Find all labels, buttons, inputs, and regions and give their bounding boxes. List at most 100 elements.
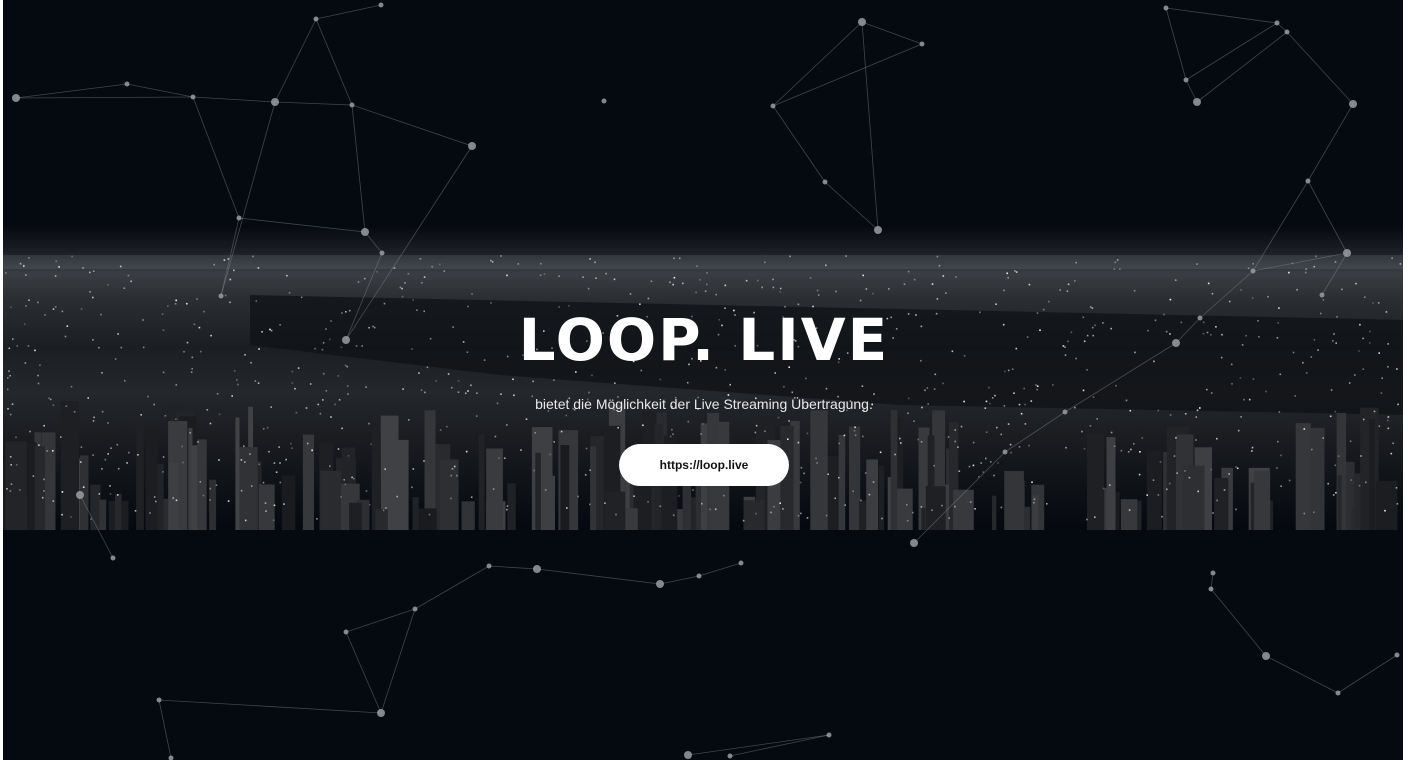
city-light [779, 291, 781, 293]
city-light [772, 286, 775, 289]
network-line [315, 4, 382, 20]
network-node [684, 751, 692, 759]
skyline-building [412, 497, 419, 530]
city-light [357, 281, 360, 283]
network-node [1210, 570, 1216, 576]
city-light [969, 501, 972, 503]
city-light [715, 293, 717, 296]
city-light [948, 517, 950, 519]
city-light [1003, 289, 1005, 292]
city-light [1000, 506, 1003, 509]
city-light [385, 507, 387, 509]
network-line [158, 699, 172, 759]
city-light [227, 500, 230, 502]
website-link-button[interactable]: https://loop.live [619, 444, 789, 486]
network-node [271, 98, 279, 106]
city-light [117, 494, 119, 496]
network-line [414, 565, 490, 610]
city-light [672, 283, 674, 286]
city-light [1341, 288, 1343, 291]
network-node [377, 709, 385, 717]
city-light [757, 279, 759, 282]
city-light [955, 276, 957, 278]
city-light [1033, 501, 1035, 504]
city-light [19, 489, 21, 491]
skyline-building [1120, 499, 1138, 530]
city-light [906, 503, 908, 506]
city-light [543, 273, 546, 275]
network-node [696, 573, 702, 579]
city-light [470, 496, 473, 498]
city-light [672, 514, 675, 517]
city-light [779, 502, 781, 504]
city-light [577, 495, 579, 498]
network-line [345, 608, 416, 633]
network-node [1335, 690, 1341, 696]
network-node [12, 94, 20, 102]
network-line [380, 608, 416, 714]
city-light [1197, 490, 1199, 493]
city-light [595, 277, 597, 279]
city-light [1146, 494, 1148, 496]
network-node [378, 2, 384, 8]
city-light [368, 503, 371, 506]
city-light [706, 283, 708, 286]
city-light [920, 506, 923, 508]
city-light [404, 282, 406, 284]
city-light [506, 505, 509, 507]
city-light [613, 278, 616, 281]
network-line [126, 83, 194, 98]
city-light [1223, 489, 1226, 491]
city-light [834, 497, 836, 500]
network-node [533, 565, 541, 573]
network-node [343, 629, 349, 635]
city-light [450, 497, 452, 500]
network-line [772, 21, 863, 107]
network-node [168, 755, 174, 760]
network-node [770, 103, 776, 109]
network-line [15, 83, 128, 99]
network-line [1286, 31, 1354, 105]
city-light [906, 519, 909, 522]
city-light [1006, 272, 1008, 275]
network-node [656, 580, 664, 588]
city-light [202, 494, 205, 497]
city-light [650, 280, 653, 283]
city-light [629, 293, 632, 295]
city-light [288, 292, 291, 294]
city-light [582, 276, 584, 278]
network-line [687, 734, 830, 756]
city-light [443, 270, 446, 272]
city-light [1161, 515, 1163, 518]
network-line [345, 631, 382, 714]
city-light [401, 295, 404, 298]
city-light [316, 518, 318, 520]
city-light [376, 270, 378, 273]
city-light [155, 500, 157, 503]
city-light [755, 512, 757, 515]
network-line [772, 105, 826, 183]
city-light [862, 274, 864, 277]
network-node [110, 555, 116, 561]
network-line [772, 43, 923, 107]
network-node [919, 41, 925, 47]
network-line [659, 575, 700, 585]
brand-title: LOOP. LIVE [518, 306, 890, 374]
city-light [852, 490, 854, 493]
city-light [1355, 282, 1357, 285]
network-line [729, 734, 830, 757]
city-light [265, 510, 267, 512]
city-light [544, 489, 547, 491]
network-node [727, 753, 733, 759]
network-line [1196, 31, 1288, 103]
city-light [240, 489, 243, 492]
city-light [1007, 277, 1009, 279]
city-light [1313, 511, 1315, 514]
city-light [974, 508, 976, 510]
city-light [9, 490, 12, 492]
city-light [903, 283, 906, 285]
city-light [233, 269, 235, 272]
city-light [382, 509, 385, 512]
city-light [701, 502, 703, 505]
city-light [363, 277, 366, 280]
